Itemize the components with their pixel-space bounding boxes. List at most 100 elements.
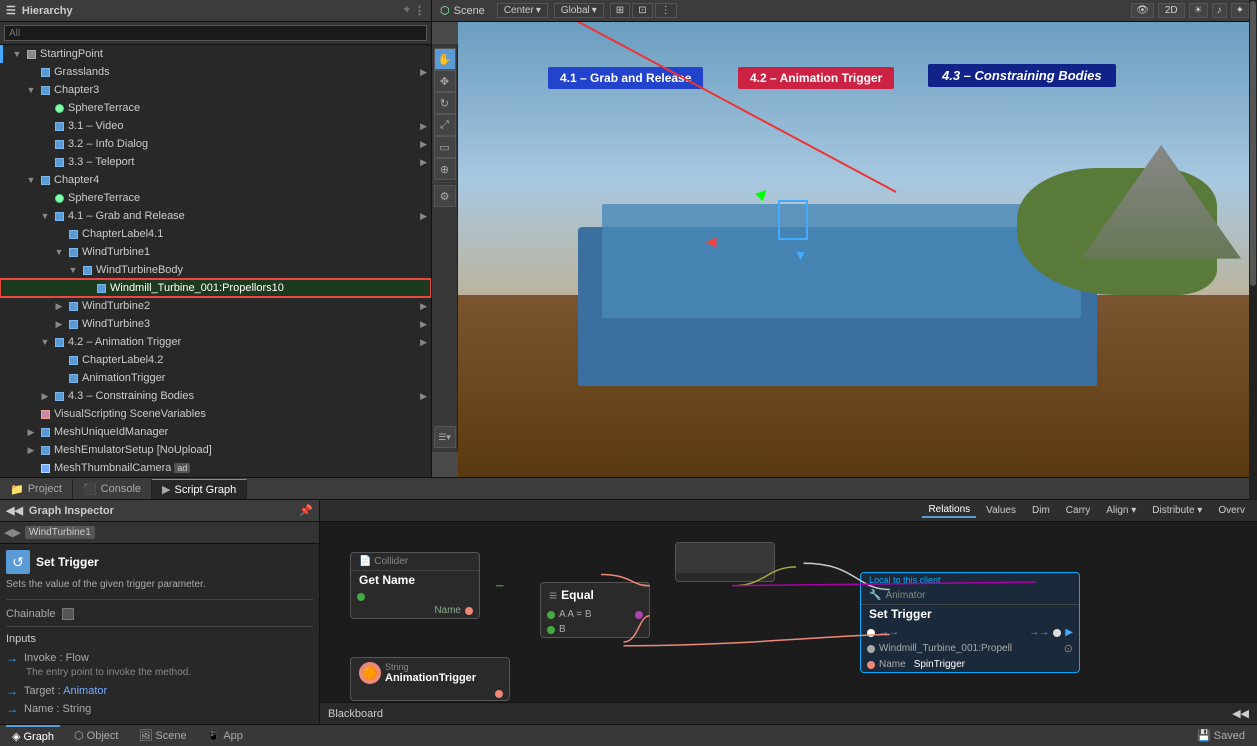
status-tab-saved[interactable]: 💾 Saved [1191,729,1251,742]
rotate-tool[interactable]: ↻ [434,92,456,114]
console-icon: ⬛ [83,483,97,496]
rect-tool[interactable]: ▭ [434,136,456,158]
tree-item-wind-turbine-propellers[interactable]: Windmill_Turbine_001:Propellors10 [0,279,431,297]
dim-btn[interactable]: Dim [1026,504,1056,517]
name-row: → Name : String [6,700,313,718]
grid-icon[interactable]: ⊞ [610,3,630,18]
node-header-animator: 🔧 Animator [861,587,1079,605]
node-string-animation-trigger[interactable]: 🟠 String AnimationTrigger [350,657,510,701]
target-row: → Target : Animator [6,682,313,700]
scene-gizmo-dropdown[interactable]: ☰▾ [434,426,456,448]
tree-item-chapter4[interactable]: ▼ Chapter4 [0,171,431,189]
eye-icon[interactable]: 👁 [1131,3,1154,18]
tree-item-wind-turbine-3[interactable]: ▶ WindTurbine3 ▶ [0,315,431,333]
inspector-collapse-icon[interactable]: ◀◀ [6,504,23,517]
tree-item-chapter-label-42[interactable]: ChapterLabel4.2 [0,351,431,369]
values-btn[interactable]: Values [980,504,1022,517]
tree-item-anim-trigger[interactable]: AnimationTrigger [0,369,431,387]
add-object-icon[interactable]: + [404,4,410,17]
tree-item-mesh-thumbnail[interactable]: MeshThumbnailCamera ad [0,459,431,477]
tree-item-constraining[interactable]: ▶ 4.3 – Constraining Bodies ▶ [0,387,431,405]
scene-icon: ⬡ [440,4,450,17]
relations-btn[interactable]: Relations [922,503,976,518]
scene-viewport[interactable]: 4.1 – Grab and Release 4.2 – Animation T… [458,22,1257,477]
equal-port-a: A A = B [541,607,649,622]
hand-tool[interactable]: ✋ [434,48,456,70]
scale-tool[interactable]: ⤢ [434,114,456,136]
gizmo-icon[interactable]: ⋮ [655,3,677,18]
custom-tool[interactable]: ⚙ [434,185,456,207]
fx-icon[interactable]: ✦ [1231,3,1249,18]
relations-bar: Relations Values Dim Carry Align ▾ Distr… [320,500,1257,522]
2d-button[interactable]: 2D [1158,3,1185,18]
bottom-tabs-bar: 📁 Project ⬛ Console ▶ Script Graph [0,478,1257,500]
tree-item-sphere-terrace-2[interactable]: SphereTerrace [0,189,431,207]
align-btn[interactable]: Align ▾ [1100,504,1142,517]
target-clear-icon[interactable]: ⊙ [1064,642,1073,655]
inputs-section: Inputs [6,633,313,645]
hierarchy-search[interactable] [4,25,427,41]
tree-item-wind-turbine-1[interactable]: ▼ WindTurbine1 [0,243,431,261]
graph-canvas[interactable]: 📄 Collider Get Name Name [320,522,1257,702]
tree-item-wind-turbine-body[interactable]: ▼ WindTurbineBody [0,261,431,279]
node-type-icon: ↺ [6,550,30,574]
light-icon[interactable]: ☀ [1189,3,1208,18]
chainable-label: Chainable [6,608,56,620]
tree-item-starting-point[interactable]: ▼ StartingPoint [0,45,431,63]
tree-item-sphere-terrace-1[interactable]: SphereTerrace [0,99,431,117]
tree-item-info-dialog[interactable]: 3.2 – Info Dialog ▶ [0,135,431,153]
node-unnamed-gray[interactable] [675,542,775,582]
move-tool[interactable]: ✥ [434,70,456,92]
distribute-btn[interactable]: Distribute ▾ [1146,504,1208,517]
tree-item-chapter-label-41[interactable]: ChapterLabel4.1 [0,225,431,243]
node-equal[interactable]: ≡ Equal A A = B B [540,582,650,638]
tree-item-video[interactable]: 3.1 – Video ▶ [0,117,431,135]
chainable-checkbox[interactable] [62,608,74,620]
animator-flow-in: →→ →→ ▶ [861,625,1079,640]
tab-project[interactable]: 📁 Project [0,479,73,499]
carry-btn[interactable]: Carry [1060,504,1096,517]
node-animator-set-trigger[interactable]: Local to this client 🔧 Animator Set Trig… [860,572,1080,673]
port-orange-out [465,607,473,615]
chapter-42-label: 4.2 – Animation Trigger [738,67,894,89]
global-dropdown[interactable]: Global ▾ [554,3,604,18]
play-icon: ▶ [1065,627,1073,638]
string-title: AnimationTrigger [385,672,476,684]
tree-item-grab-release[interactable]: ▼ 4.1 – Grab and Release ▶ [0,207,431,225]
propellers-ref: Windmill_Turbine_001:Propell [879,643,1012,654]
snap-icon[interactable]: ⊡ [632,3,652,18]
chapter-41-label: 4.1 – Grab and Release [548,67,703,89]
tree-item-animation-trigger[interactable]: ▼ 4.2 – Animation Trigger ▶ [0,333,431,351]
node-description: Sets the value of the given trigger para… [6,578,313,591]
node-unnamed-inner [676,543,774,573]
audio-icon[interactable]: ♪ [1212,3,1227,18]
tab-script-graph[interactable]: ▶ Script Graph [152,479,247,499]
inspector-pin-icon[interactable]: 📌 [299,504,313,517]
tree-item-grasslands[interactable]: Grasslands ▶ [0,63,431,81]
status-tab-scene[interactable]: 🖼 Scene [132,725,192,746]
blackboard-expand-icon[interactable]: ◀◀ [1232,707,1257,720]
inspector-header: ◀◀ Graph Inspector 📌 [0,500,319,522]
transform-tool[interactable]: ⊕ [434,158,456,180]
tree-item-mesh-emulator[interactable]: ▶ MeshEmulatorSetup [NoUpload] [0,441,431,459]
tree-item-visual-scripting[interactable]: VisualScripting SceneVariables [0,405,431,423]
options-icon[interactable]: ⋮ [414,4,425,17]
center-dropdown[interactable]: Center ▾ [497,3,548,18]
spin-trigger-label: SpinTrigger [914,659,965,670]
node-collider-get-name[interactable]: 📄 Collider Get Name Name [350,552,480,619]
tree-item-teleport[interactable]: 3.3 – Teleport ▶ [0,153,431,171]
inspector-back-icon[interactable]: ◀▶ [4,526,21,539]
status-tab-object[interactable]: ⬡ Object [68,725,124,746]
status-tab-graph[interactable]: ◈ Graph [6,725,60,746]
inspector-content: ↺ Set Trigger Sets the value of the give… [0,544,319,724]
tree-item-wind-turbine-2[interactable]: ▶ WindTurbine2 ▶ [0,297,431,315]
overview-btn[interactable]: Overv [1212,504,1251,517]
search-bar [0,22,431,45]
tree-item-chapter3[interactable]: ▼ Chapter3 [0,81,431,99]
status-tab-app[interactable]: 📱 App [201,725,249,746]
status-saved: 💾 Saved [1191,729,1251,742]
tree-item-mesh-unique-id[interactable]: ▶ MeshUniqueIdManager [0,423,431,441]
string-node-inner: 🟠 String AnimationTrigger [351,658,509,688]
bottom-area: 📁 Project ⬛ Console ▶ Script Graph ◀◀ Gr… [0,477,1257,746]
tab-console[interactable]: ⬛ Console [73,479,152,499]
